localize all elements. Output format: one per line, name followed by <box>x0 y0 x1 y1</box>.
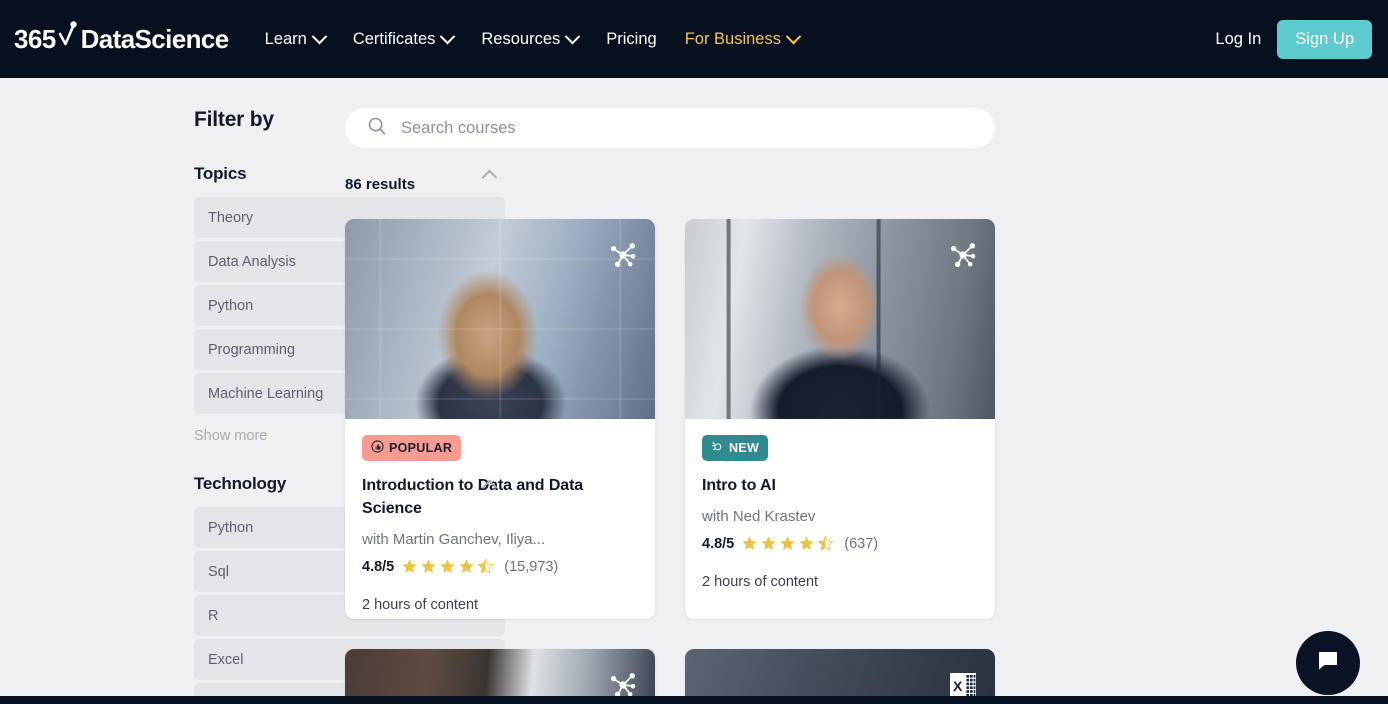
facet-option-label: R <box>208 607 219 624</box>
facet-option-label: Python <box>208 519 254 536</box>
star-full-icon <box>761 536 776 551</box>
star-full-icon <box>459 559 474 574</box>
star-full-icon <box>440 559 455 574</box>
logo-prefix: 365 <box>14 23 56 54</box>
nav-item-certificates[interactable]: Certificates <box>339 20 468 59</box>
search-input[interactable] <box>401 118 973 138</box>
status-badge-label: NEW <box>729 441 760 455</box>
rating-count: (637) <box>844 535 879 552</box>
chat-widget-button[interactable] <box>1296 631 1360 695</box>
logo-suffix: DataScience <box>80 23 230 54</box>
course-thumbnail <box>685 219 995 419</box>
star-full-icon <box>402 559 417 574</box>
nav-item-for-business[interactable]: For Business <box>671 20 813 59</box>
status-badge-popular: POPULAR <box>362 435 462 461</box>
nav-item-label: Learn <box>264 29 307 48</box>
facet-option-label: Machine Learning <box>208 385 324 402</box>
facet-topics-label: Topics <box>194 164 247 183</box>
results-count: 86 results <box>345 176 416 193</box>
chevron-down-icon <box>785 28 802 44</box>
course-title: Introduction to Data and Data Science <box>362 477 584 518</box>
search-icon <box>367 116 387 141</box>
facet-option-label: Excel <box>208 651 244 668</box>
course-duration: 2 hours of content <box>362 597 479 614</box>
signup-button[interactable]: Sign Up <box>1277 19 1372 59</box>
course-duration: 2 hours of content <box>702 574 819 591</box>
star-half-icon <box>817 535 834 551</box>
top-navigation-bar: 365 DataScience Learn Certificates Resou… <box>0 0 1388 78</box>
course-results-main: 86 results <box>345 78 1388 704</box>
chevron-down-icon <box>440 28 456 44</box>
filter-sidebar: Filter by Topics Theory Data Analysis Py… <box>0 78 505 704</box>
page-body: Filter by Topics Theory Data Analysis Py… <box>0 78 1388 704</box>
status-badge-label: POPULAR <box>389 441 453 455</box>
facet-topics: Topics Theory Data Analysis Python Progr… <box>194 164 505 444</box>
site-logo[interactable]: 365 DataScience <box>14 20 230 58</box>
course-title: Intro to AI <box>702 477 776 494</box>
rating-score: 4.8/5 <box>362 558 395 575</box>
course-thumbnail <box>345 219 655 419</box>
search-bar[interactable] <box>345 108 995 148</box>
star-rating-icons <box>741 535 834 552</box>
logo-radical-icon <box>58 20 80 57</box>
facet-option-label: Programming <box>208 341 296 358</box>
course-card[interactable]: NEW Intro to AI with Ned Krastev 4.8/5 (… <box>685 219 995 619</box>
thumbs-up-icon <box>371 440 384 456</box>
course-card-body: NEW Intro to AI with Ned Krastev 4.8/5 (… <box>685 419 995 590</box>
course-rating: 4.8/5 (637) <box>702 535 978 552</box>
facet-technology-label: Technology <box>194 474 287 493</box>
course-card-body: POPULAR Introduction to Data and Data Sc… <box>345 419 655 613</box>
logo-text: 365 DataScience <box>14 20 230 58</box>
nav-links: Learn Certificates Resources Pricing For… <box>251 20 813 59</box>
sparkle-icon <box>711 440 724 456</box>
filter-by-heading: Filter by <box>194 108 274 131</box>
nav-item-resources[interactable]: Resources <box>467 20 592 59</box>
svg-text:X: X <box>953 678 963 694</box>
star-full-icon <box>742 536 757 551</box>
bottom-edge-bar <box>0 696 1388 704</box>
molecule-icon <box>609 241 637 274</box>
nav-item-pricing[interactable]: Pricing <box>592 20 670 59</box>
chevron-down-icon <box>311 28 328 44</box>
course-author: with Martin Ganchev, Iliya... <box>362 531 546 549</box>
facet-option-label: Data Analysis <box>208 253 296 270</box>
status-badge-new: NEW <box>702 435 769 461</box>
star-half-icon <box>477 558 494 575</box>
chat-bubble-icon <box>1315 648 1341 679</box>
star-rating-icons <box>401 558 494 575</box>
rating-score: 4.8/5 <box>702 535 735 552</box>
star-full-icon <box>780 536 795 551</box>
course-rating: 4.8/5 (15,973) <box>362 558 638 575</box>
nav-item-label: For Business <box>684 29 781 48</box>
star-full-icon <box>421 559 436 574</box>
show-more-topics-link[interactable]: Show more <box>194 428 345 444</box>
course-author: with Ned Krastev <box>702 508 816 526</box>
rating-count: (15,973) <box>504 558 559 575</box>
facet-technology: Technology Python Sql R Excel <box>194 474 505 704</box>
nav-item-label: Certificates <box>352 29 436 48</box>
nav-item-label: Resources <box>481 29 561 48</box>
facet-option-label: Python <box>208 297 254 314</box>
star-full-icon <box>799 536 814 551</box>
course-card-grid: POPULAR Introduction to Data and Data Sc… <box>345 219 1388 619</box>
facet-option-label: Theory <box>208 209 254 226</box>
molecule-icon <box>949 241 977 274</box>
facet-option-label: Sql <box>208 563 229 580</box>
course-card[interactable]: POPULAR Introduction to Data and Data Sc… <box>345 219 655 619</box>
login-link[interactable]: Log In <box>1215 30 1261 49</box>
chevron-down-icon <box>564 28 581 44</box>
nav-right-actions: Log In Sign Up <box>1215 19 1372 59</box>
nav-item-label: Pricing <box>606 29 657 48</box>
nav-item-learn[interactable]: Learn <box>251 20 339 59</box>
